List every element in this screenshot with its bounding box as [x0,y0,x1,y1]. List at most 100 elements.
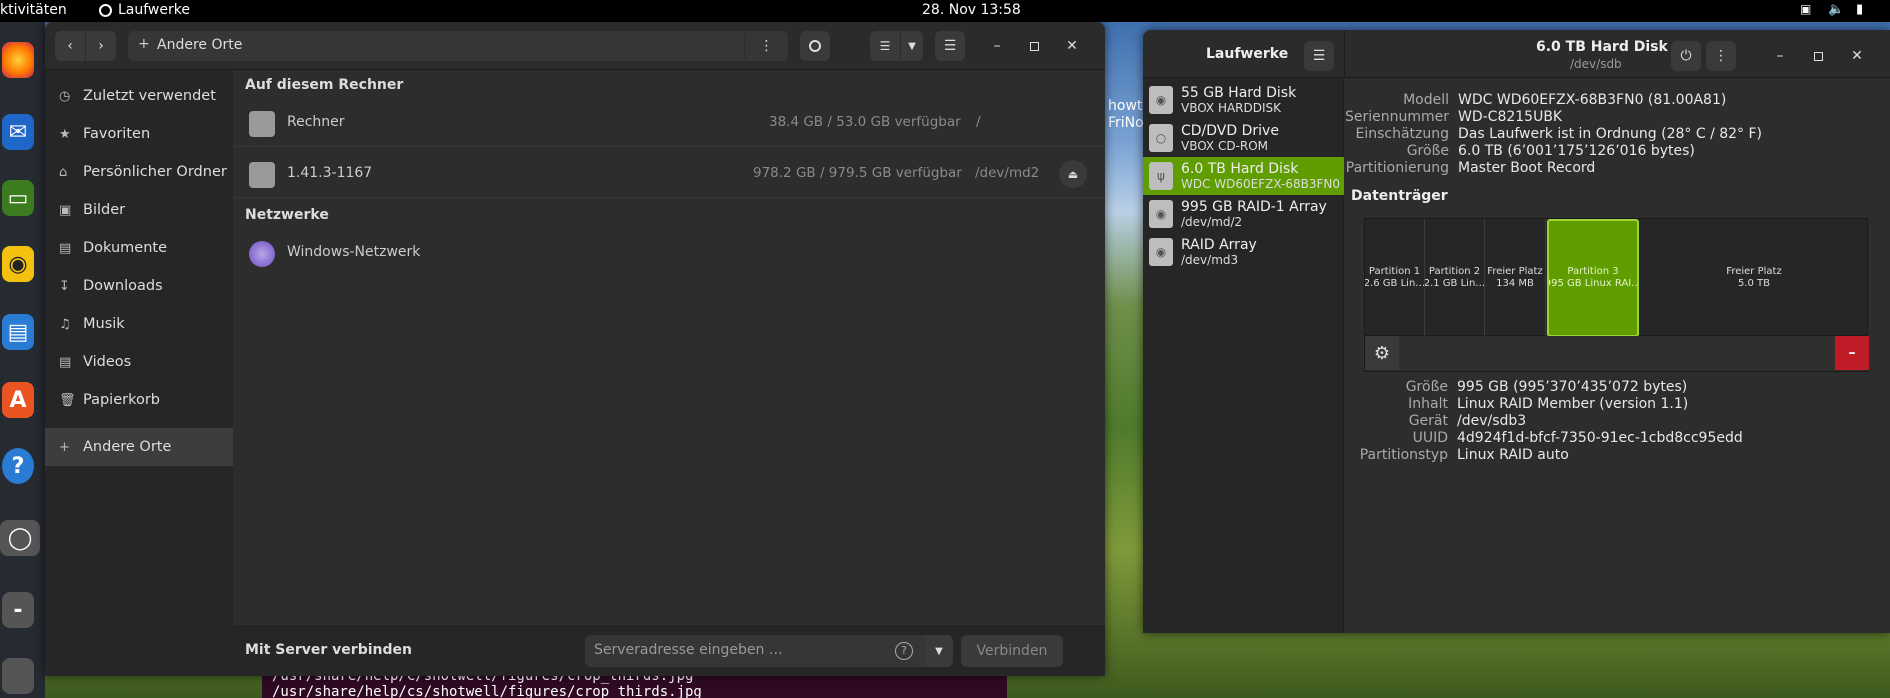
sidebar-item-videos[interactable]: ▤ Videos [45,343,233,381]
disks-menu-button[interactable]: ☰ [1304,41,1334,71]
drive-item[interactable]: ○ CD/DVD Drive VBOX CD-ROM [1143,119,1344,157]
files-icon[interactable]: ▭ [2,180,34,216]
section-heading-local: Auf diesem Rechner [245,77,404,93]
volume-icon[interactable]: 🔈 [1828,2,1844,17]
top-bar: ktivitäten Laufwerke 28. Nov 13:58 ▣ 🔈 ▮ [0,0,1890,22]
app-menu[interactable]: Laufwerke [99,2,190,18]
thunderbird-icon[interactable]: ✉ [2,114,34,150]
back-button[interactable]: ‹ [55,31,85,61]
partition-block[interactable]: Partition 2 2.1 GB Lin… [1425,219,1485,337]
sidebar-item-trash[interactable]: 🗑 Papierkorb [45,381,233,419]
files-sidebar: ◷ Zuletzt verwendet ★ Favoriten ⌂ Persönlic… [45,70,233,676]
minimize-icon: – [993,38,1001,54]
path-bar[interactable]: + Andere Orte ⋮ [128,31,788,61]
sidebar-item-downloads[interactable]: ↧ Downloads [45,267,233,305]
drive-details: Modell WDC WD60EFZX-68B3FN0 (81.00A81) Se… [1344,30,1890,633]
maximize-button[interactable] [1022,34,1046,58]
close-button[interactable]: ✕ [1060,34,1084,58]
server-history-dropdown[interactable]: ▼ [925,635,953,667]
eject-button[interactable]: ⏏ [1059,160,1087,188]
network-icon[interactable]: ▣ [1800,2,1811,16]
partition-block-selected[interactable]: Partition 3 995 GB Linux RAI… [1547,219,1639,337]
drive-item[interactable]: ◉ 55 GB Hard Disk VBOX HARDDISK [1143,81,1344,119]
path-bar-current[interactable]: Andere Orte [157,37,242,53]
help-icon[interactable]: ? [2,448,34,484]
star-icon: ★ [59,126,71,142]
disks-window: Laufwerke ☰ 6.0 TB Hard Disk /dev/sdb ⏻ … [1143,30,1890,633]
list-view-icon: ☰ [879,39,891,53]
drive-icon [249,162,275,188]
hamburger-icon: ☰ [1312,48,1326,64]
terminal-line: /usr/share/help/cs/shotwell/figures/crop… [272,684,702,698]
free-space-block[interactable]: Freier Platz 5.0 TB [1639,219,1869,337]
rhythmbox-icon[interactable]: ◉ [2,246,34,282]
search-icon [809,40,821,52]
drive-item[interactable]: ◉ 995 GB RAID-1 Array/dev/md/2 [1143,195,1344,233]
trash-dock-icon[interactable] [2,658,34,694]
chevron-left-icon: ‹ [67,38,73,54]
app-title: Laufwerke [1206,46,1289,62]
partition-settings-button[interactable]: ⚙ [1365,336,1399,370]
location-row[interactable]: Windows-Netzwerk [233,229,1105,277]
battery-icon[interactable]: ▮ [1856,2,1863,17]
activities-button[interactable]: ktivitäten [0,2,67,18]
optical-drive-icon: ○ [1149,124,1173,152]
server-address-input[interactable]: Serveradresse eingeben … ? [585,635,925,667]
clock-icon: ◷ [59,88,71,104]
sidebar-item-recent[interactable]: ◷ Zuletzt verwendet [45,77,233,115]
server-address-placeholder: Serveradresse eingeben … [594,642,783,658]
chevron-down-icon: ▼ [935,645,943,657]
clock[interactable]: 28. Nov 13:58 [922,2,1021,18]
dock: ✉ ▭ ◉ ▤ A ? ◯ - [0,22,45,698]
view-options-button[interactable]: ▼ [901,31,923,61]
sidebar-item-home[interactable]: ⌂ Persönlicher Ordner [45,153,233,191]
sidebar-item-other-locations[interactable]: + Andere Orte [45,428,233,466]
files-content: Auf diesem Rechner Rechner 38.4 GB / 53.… [233,70,1105,676]
location-row[interactable]: 1.41.3-1167 978.2 GB / 979.5 GB verfügba… [233,150,1105,198]
hamburger-icon: ☰ [943,38,957,54]
main-menu-button[interactable]: ☰ [935,31,965,61]
chevron-down-icon: ▼ [908,40,916,52]
sidebar-item-music[interactable]: ♫ Musik [45,305,233,343]
network-globe-icon [249,241,275,267]
location-row[interactable]: Rechner 38.4 GB / 53.0 GB verfügbar / [233,99,1105,147]
drive-item[interactable]: ◉ RAID Array/dev/md3 [1143,233,1344,271]
drive-icon [249,111,275,137]
volumes-heading: Datenträger [1351,188,1448,204]
sidebar-item-documents[interactable]: ▤ Dokumente [45,229,233,267]
partition-block[interactable]: Partition 1 2.6 GB Lin… [1365,219,1425,337]
drive-item[interactable]: ψ 6.0 TB Hard Disk WDC WD60EFZX-68B3FN0 [1143,157,1344,195]
gear-icon: ⚙ [1373,342,1391,364]
delete-partition-button[interactable]: – [1835,336,1869,370]
search-button[interactable] [800,31,830,61]
minimize-button[interactable]: – [985,34,1009,58]
free-space-block[interactable]: Freier Platz 134 MB [1485,219,1546,337]
image-icon: ▣ [59,202,72,218]
connect-label: Mit Server verbinden [245,642,412,658]
raid-disk-icon: ◉ [1149,238,1173,266]
plus-icon: + [59,439,70,455]
home-icon: ⌂ [59,164,68,180]
software-icon[interactable]: A [2,382,34,418]
disks-icon[interactable]: ◯ [0,520,40,556]
forward-button[interactable]: › [86,31,116,61]
maximize-icon [1029,41,1039,51]
disk-icon [99,3,112,17]
connect-button[interactable]: Verbinden [961,635,1063,667]
hard-disk-icon: ◉ [1149,86,1173,114]
files-window: ‹ › + Andere Orte ⋮ ☰ ▼ ☰ – ✕ ◷ Zuletzt v… [45,22,1105,676]
writer-icon[interactable]: ▤ [2,314,34,350]
wallpaper-text: howt FriNo [1108,98,1144,131]
help-icon[interactable]: ? [895,642,913,660]
sidebar-item-pictures[interactable]: ▣ Bilder [45,191,233,229]
path-menu-button[interactable]: ⋮ [744,31,788,61]
vertical-dots-icon: ⋮ [759,38,774,54]
view-list-button[interactable]: ☰ [870,31,900,61]
sidebar-item-starred[interactable]: ★ Favoriten [45,115,233,153]
chevron-right-icon: › [98,38,104,54]
video-icon: ▤ [59,354,72,370]
section-heading-network: Netzwerke [245,207,329,223]
firefox-icon[interactable] [2,42,34,78]
terminal-icon[interactable]: - [2,592,34,628]
files-headerbar: ‹ › + Andere Orte ⋮ ☰ ▼ ☰ – ✕ [45,22,1105,70]
